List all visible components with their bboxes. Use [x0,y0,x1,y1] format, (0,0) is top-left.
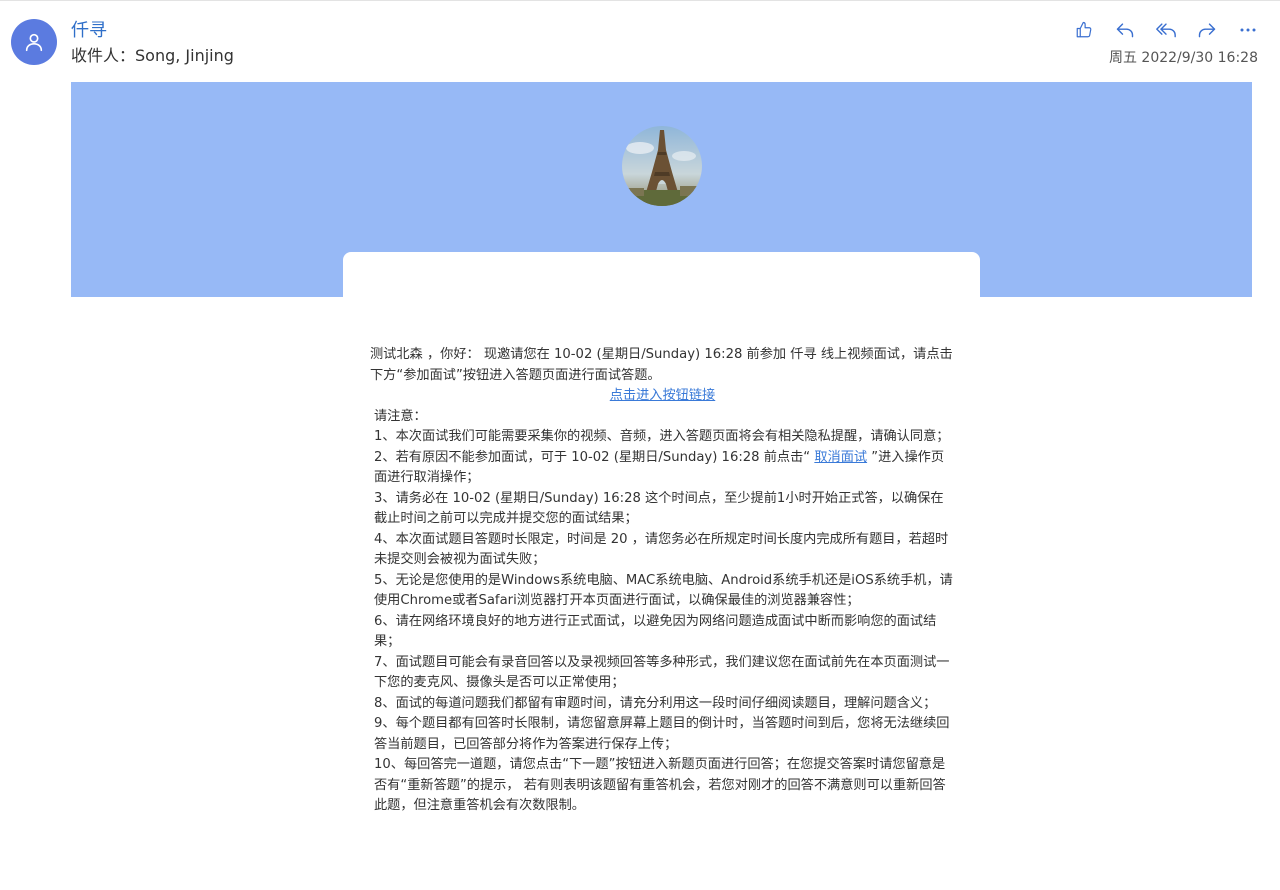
notice-item-10: 10、每回答完一道题，请您点击“下一题”按钮进入新题页面进行回答；在您提交答案时… [374,757,946,813]
like-button[interactable] [1070,16,1098,44]
notice-heading: 请注意： [374,408,427,424]
notice-item-4: 4、本次面试题目答题时长限定，时间是 20 ，请您务必在所规定时间长度内完成所有… [374,531,949,568]
notice-item-9: 9、每个题目都有回答时长限制，请您留意屏幕上题目的倒计时，当答题时间到后，您将无… [374,716,950,752]
sender-name[interactable]: 仟寻 [71,19,107,43]
reply-button[interactable] [1111,16,1139,44]
sender-avatar[interactable] [11,19,57,65]
intro-paragraph: 测试北森 ，你好： 现邀请您在 10-02 (星期日/Sunday) 16:28… [370,347,953,383]
eiffel-tower-photo [622,126,702,206]
more-icon [1240,28,1256,32]
email-body: 测试北森 ，你好： 现邀请您在 10-02 (星期日/Sunday) 16:28… [370,345,955,817]
notice-item-8: 8、面试的每道问题我们都留有审题时间，请充分利用这一段时间仔细阅读题目，理解问题… [374,695,937,711]
recipient-line: 收件人：Song, Jinjing [71,46,234,65]
thumbs-up-icon [1076,21,1092,38]
top-divider [0,0,1280,1]
notice-item-6: 6、请在网络环境良好的地方进行正式面试，以避免因为网络问题造成面试中断而影响您的… [374,613,937,650]
forward-icon [1198,23,1216,38]
notice-item-2: 2、若有原因不能参加面试，可于 10-02 (星期日/Sunday) 16:28… [370,448,955,489]
content-card-top [343,252,980,298]
more-button[interactable] [1234,16,1262,44]
message-toolbar [1070,16,1262,44]
reply-icon [1116,23,1134,38]
notice-item-7: 7、面试题目可能会有录音回答以及录视频回答等多种形式，我们建议您在面试前先在本页… [374,654,950,691]
enter-interview-link[interactable]: 点击进入按钮链接 [610,388,716,403]
forward-button[interactable] [1193,16,1221,44]
notice-item-1: 1、本次面试我们可能需要采集你的视频、音频，进入答题页面将会有相关隐私提醒，请确… [374,429,950,444]
sent-date: 周五 2022/9/30 16:28 [1108,50,1258,66]
cancel-interview-link[interactable]: 取消面试 [814,450,867,465]
notice-item-3: 3、请务必在 10-02 (星期日/Sunday) 16:28 这个时间点，至少… [374,490,944,527]
notice-item-5: 5、无论是您使用的是Windows系统电脑、MAC系统电脑、Android系统手… [374,572,953,609]
reply-all-button[interactable] [1152,16,1180,44]
reply-all-icon [1156,23,1176,38]
notice-item-2-text: 2、若有原因不能参加面试，可于 10-02 (星期日/Sunday) 16:28… [374,449,815,465]
person-icon [25,33,43,52]
